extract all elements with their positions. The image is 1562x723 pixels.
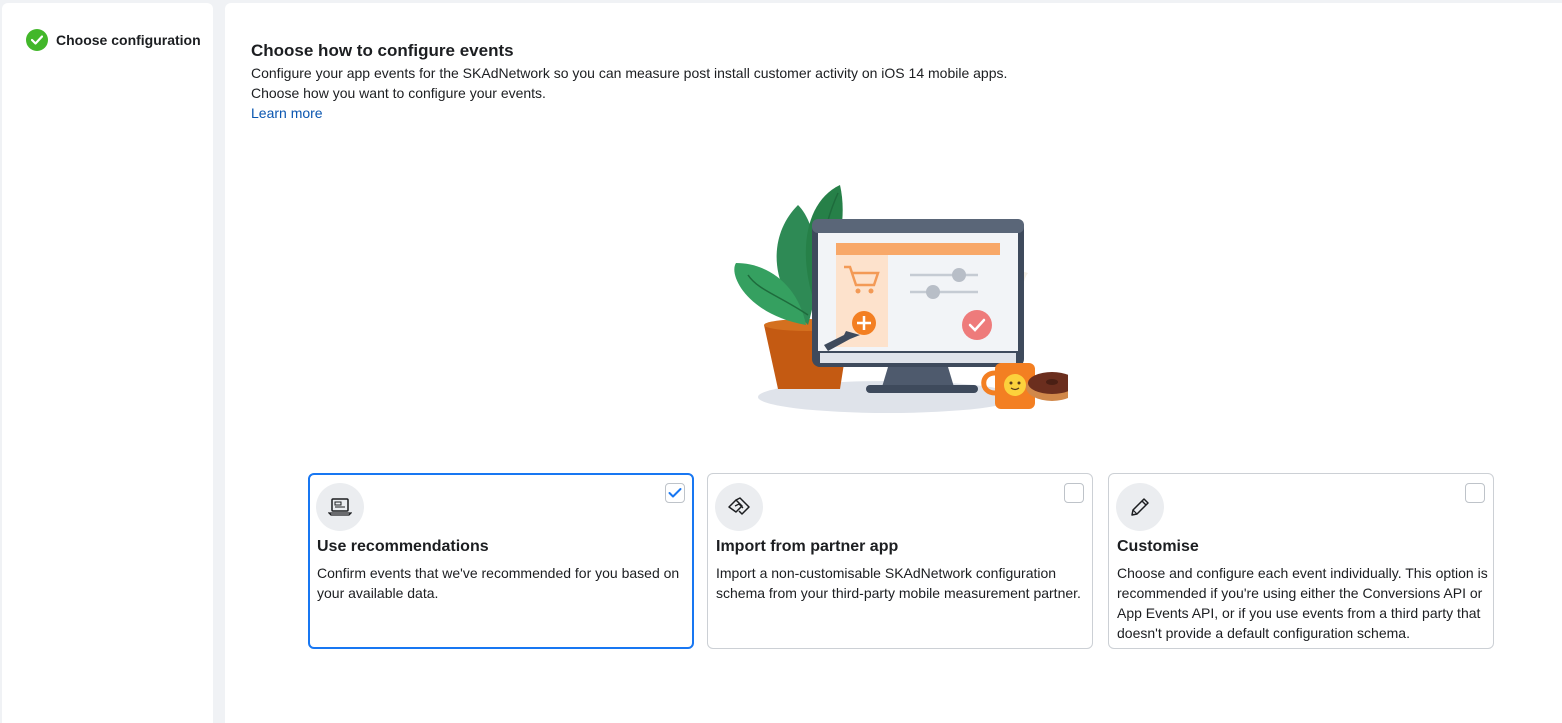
option-card-customise[interactable]: Customise Choose and configure each even… xyxy=(1108,473,1494,649)
main-panel: Choose how to configure events Configure… xyxy=(225,3,1562,723)
page-description-line-2: Choose how you want to configure your ev… xyxy=(251,85,546,101)
option-card-use-recommendations[interactable]: Use recommendations Confirm events that … xyxy=(308,473,694,649)
option-description: Confirm events that we've recommended fo… xyxy=(317,565,680,601)
page-description-line-1: Configure your app events for the SKAdNe… xyxy=(251,65,1008,81)
step-label: Choose configuration xyxy=(56,32,201,48)
option-title: Use recommendations xyxy=(317,538,489,555)
option-checkbox[interactable] xyxy=(1465,483,1485,503)
handshake-icon xyxy=(715,483,763,531)
option-checkbox[interactable] xyxy=(665,483,685,503)
learn-more-link[interactable]: Learn more xyxy=(251,105,323,121)
page-title: Choose how to configure events xyxy=(251,41,514,60)
option-description: Choose and configure each event individu… xyxy=(1117,565,1488,641)
pencil-icon xyxy=(1116,483,1164,531)
configure-events-illustration xyxy=(734,185,1068,413)
option-title: Import from partner app xyxy=(716,538,899,555)
laptop-icon xyxy=(316,483,364,531)
sidebar: Choose configuration xyxy=(2,3,213,723)
check-circle-icon xyxy=(26,29,48,51)
option-card-import-from-partner-app[interactable]: Import from partner app Import a non-cus… xyxy=(707,473,1093,649)
option-description: Import a non-customisable SKAdNetwork co… xyxy=(716,565,1081,601)
option-checkbox[interactable] xyxy=(1064,483,1084,503)
option-title: Customise xyxy=(1117,538,1199,555)
step-choose-configuration[interactable]: Choose configuration xyxy=(26,29,201,51)
